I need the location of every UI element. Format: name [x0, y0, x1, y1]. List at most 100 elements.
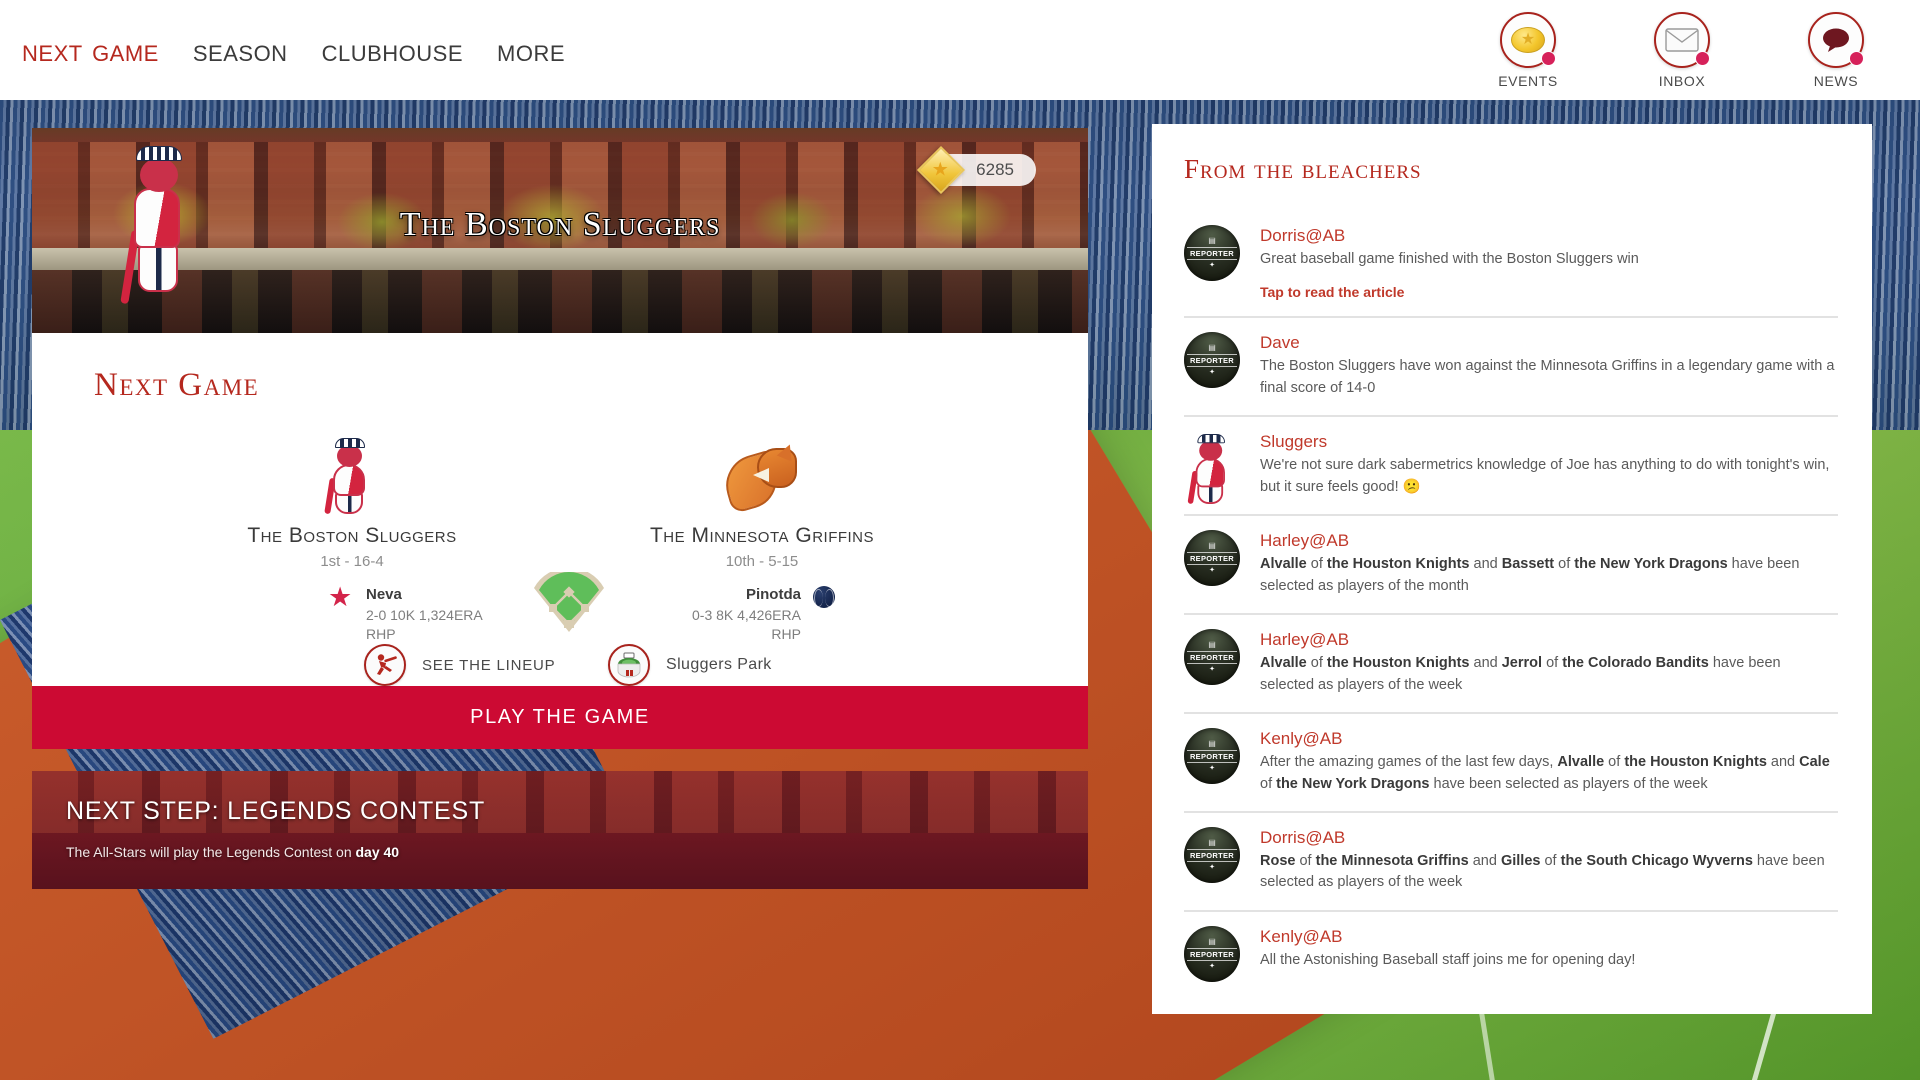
- bleachers-post[interactable]: ▤ REPORTER ✦ Kenly@AB All the Astonishing Ba…: [1184, 912, 1838, 998]
- reporter-mark: ✦: [1209, 262, 1215, 269]
- post-text: After the amazing games of the last few …: [1260, 754, 1830, 792]
- nav-item-next-game[interactable]: Next Game: [22, 32, 159, 69]
- coin-star-icon: ★: [1511, 26, 1545, 53]
- bleachers-post[interactable]: ▤ REPORTER ✦ Harley@AB Alvalle of the Housto…: [1184, 615, 1838, 715]
- see-lineup-label: See the lineup: [422, 656, 556, 674]
- post-body: Harley@AB Alvalle of the Houston Knights …: [1260, 629, 1838, 696]
- camera-icon: ▤: [1208, 541, 1216, 551]
- bleachers-post[interactable]: ▤ REPORTER ✦ Kenly@AB After the amazing game…: [1184, 714, 1838, 813]
- legends-contest-banner[interactable]: NEXT STEP: LEGENDS CONTEST The All-Stars…: [32, 771, 1088, 889]
- post-author[interactable]: Dorris@AB: [1260, 828, 1838, 848]
- bleachers-post[interactable]: ▤ REPORTER ✦ Harley@AB Alvalle of the Housto…: [1184, 516, 1838, 616]
- reporter-label: REPORTER: [1186, 750, 1238, 764]
- away-pitcher-name: Pinotda: [745, 586, 801, 603]
- inbox-notification-badge: [1695, 50, 1710, 66]
- bleachers-post[interactable]: ▤ REPORTER ✦ Dorris@AB Rose of the Minnesota…: [1184, 813, 1838, 912]
- news-icon-ring: [1808, 11, 1864, 68]
- post-body: Harley@AB Alvalle of the Houston Knights …: [1260, 530, 1838, 597]
- home-team[interactable]: The Boston Sluggers 1st - 16-4: [162, 438, 542, 570]
- bleachers-post[interactable]: ▤ REPORTER ✦ Dave The Boston Sluggers have w…: [1184, 318, 1838, 418]
- bleachers-title: From the bleachers: [1184, 154, 1422, 184]
- left-column: The Boston Sluggers ★ 6285 Next Game The…: [32, 128, 1088, 889]
- bleachers-post[interactable]: ▤ REPORTER ✦ Dorris@AB Great baseball game f…: [1184, 211, 1838, 319]
- reporter-label: REPORTER: [1186, 247, 1238, 260]
- camera-icon: ▤: [1208, 343, 1216, 353]
- news-label: NEWS: [1813, 72, 1859, 89]
- post-text: Great baseball game finished with the Bo…: [1260, 251, 1639, 267]
- read-article-link[interactable]: Tap to read the article: [1260, 284, 1838, 300]
- reporter-mark: ✦: [1209, 567, 1215, 575]
- mascot-head: [140, 158, 178, 192]
- away-pitcher-hand: RHP: [771, 625, 801, 642]
- away-team[interactable]: The Minnesota Griffins 10th - 5-15: [572, 438, 952, 570]
- post-text: Alvalle of the Houston Knights and Jerro…: [1260, 655, 1781, 693]
- see-lineup-button[interactable]: See the lineup: [364, 644, 555, 686]
- home-pitcher-name: Neva: [366, 586, 402, 603]
- post-author[interactable]: Harley@AB: [1260, 630, 1838, 650]
- events-notification-badge: [1541, 50, 1556, 66]
- reporter-mark: ✦: [1209, 962, 1215, 970]
- post-author[interactable]: Kenly@AB: [1260, 927, 1838, 947]
- camera-icon: ▤: [1208, 640, 1216, 650]
- post-author[interactable]: Harley@AB: [1260, 531, 1838, 551]
- inbox-icon-ring: [1654, 11, 1710, 68]
- camera-icon: ▤: [1208, 837, 1216, 847]
- reporter-icon: ▤ REPORTER ✦: [1184, 225, 1240, 281]
- red-star-icon: ★: [328, 582, 353, 612]
- speech-bubble-icon: [1823, 28, 1849, 52]
- inbox-button[interactable]: INBOX: [1634, 11, 1730, 89]
- post-author[interactable]: Dave: [1260, 333, 1838, 353]
- stadium-button[interactable]: Sluggers Park: [608, 644, 772, 686]
- away-pitcher-stats: 0-3 8K 4,426ERA: [692, 607, 801, 623]
- post-author[interactable]: Kenly@AB: [1260, 729, 1838, 749]
- star-currency-badge[interactable]: ★ 6285: [917, 145, 1036, 195]
- post-text: We're not sure dark sabermetrics knowled…: [1260, 457, 1830, 495]
- reporter-avatar: ▤ REPORTER ✦: [1184, 925, 1240, 982]
- nav-item-clubhouse[interactable]: Clubhouse: [322, 32, 463, 69]
- home-team-logo: [162, 438, 542, 515]
- stadium-icon: [617, 652, 641, 678]
- reporter-avatar: ▤ REPORTER ✦: [1184, 826, 1240, 883]
- events-button[interactable]: ★ EVENTS: [1480, 11, 1576, 89]
- play-the-game-button[interactable]: PLAY THE GAME: [32, 686, 1088, 749]
- mascot-legs: [138, 244, 178, 292]
- post-author[interactable]: Dorris@AB: [1260, 226, 1838, 246]
- reporter-icon: ▤ REPORTER ✦: [1184, 629, 1240, 686]
- baseball-diamond-icon: [534, 572, 604, 632]
- away-team-logo: [572, 438, 952, 515]
- reporter-icon: ▤ REPORTER ✦: [1184, 332, 1240, 389]
- legends-text: The All-Stars will play the Legends Cont…: [66, 844, 356, 860]
- nav-item-season[interactable]: Season: [193, 32, 288, 69]
- bleachers-post[interactable]: Sluggers We're not sure dark sabermetrics…: [1184, 417, 1838, 517]
- news-button[interactable]: NEWS: [1788, 11, 1884, 89]
- camera-icon: ▤: [1208, 236, 1216, 245]
- post-author[interactable]: Sluggers: [1260, 432, 1838, 452]
- away-team-name: The Minnesota Griffins: [649, 524, 875, 547]
- home-pitcher-stats: 2-0 10K 1,324ERA: [366, 607, 483, 623]
- post-body: Sluggers We're not sure dark sabermetrics…: [1260, 431, 1838, 498]
- matchup-area: The Boston Sluggers 1st - 16-4 The Minne…: [32, 438, 1088, 686]
- griffin-icon: [718, 441, 799, 515]
- top-icon-group: ★ EVENTS INBOX NEWS: [1480, 11, 1920, 89]
- camera-icon: ▤: [1208, 936, 1216, 946]
- home-pitcher-hand: RHP: [366, 625, 396, 642]
- mascot-hat: [1197, 434, 1225, 444]
- sluggers-avatar: [1184, 431, 1240, 505]
- reporter-avatar: ▤ REPORTER ✦: [1184, 728, 1240, 785]
- reporter-icon: ▤ REPORTER ✦: [1184, 530, 1240, 587]
- inbox-label: INBOX: [1658, 72, 1706, 89]
- post-text: Rose of the Minnesota Griffins and Gille…: [1260, 852, 1825, 891]
- nav-item-more[interactable]: More: [497, 32, 565, 69]
- reporter-avatar: ▤ REPORTER ✦: [1184, 629, 1240, 686]
- reporter-label: REPORTER: [1186, 947, 1238, 961]
- sluggers-mascot-icon: [1184, 431, 1240, 505]
- home-team-name: The Boston Sluggers: [247, 524, 457, 547]
- griffin-beak: [753, 468, 769, 482]
- reporter-icon: ▤ REPORTER ✦: [1184, 826, 1240, 883]
- reporter-mark: ✦: [1209, 863, 1215, 871]
- next-game-card: Next Game The Boston Sluggers 1st - 16-4: [32, 333, 1088, 686]
- legends-subtitle: The All-Stars will play the Legends Cont…: [66, 844, 1088, 860]
- home-team-record: 1st - 16-4: [320, 553, 384, 570]
- reporter-avatar: ▤ REPORTER ✦: [1184, 225, 1240, 281]
- away-pitcher: Pinotda 0-3 8K 4,426ERA RHP: [692, 586, 835, 644]
